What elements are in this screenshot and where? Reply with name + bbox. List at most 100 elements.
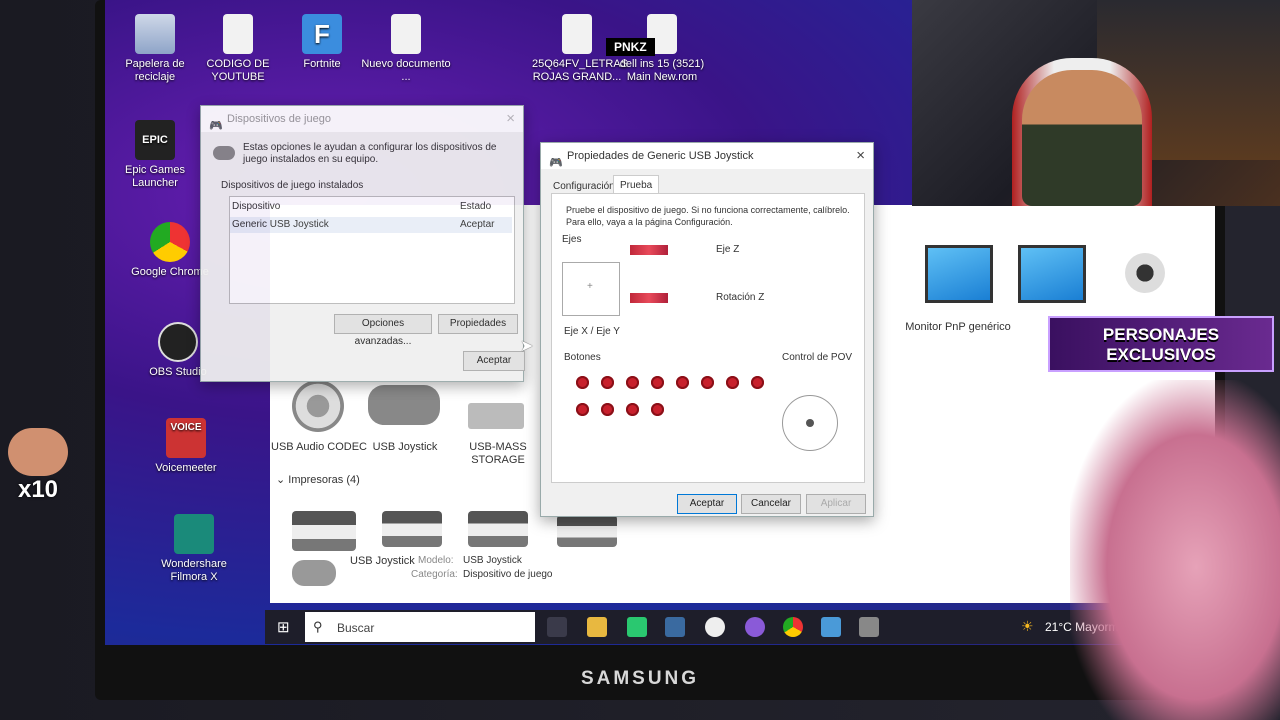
devices-list[interactable]: Dispositivo Estado Generic USB Joystick …: [229, 196, 515, 304]
streamer: [1022, 70, 1142, 206]
ok-button[interactable]: Aceptar: [677, 494, 737, 514]
windows-start-icon[interactable]: ⊞: [277, 618, 290, 636]
advanced-options-button[interactable]: Opciones avanzadas...: [334, 314, 432, 347]
desktop-icon-voicemeeter[interactable]: VOICE Voicemeeter: [141, 418, 231, 475]
axes-group-label: Ejes: [562, 234, 582, 245]
obs-icon: [158, 322, 198, 362]
desktop-icon-label: OBS Studio: [149, 366, 207, 378]
document-icon: [562, 14, 592, 54]
dialog-titlebar: 🎮 Propiedades de Generic USB Joystick ×: [541, 143, 873, 169]
xy-axis-label: Eje X / Eje Y: [564, 326, 620, 337]
pov-hat-indicator: [782, 395, 838, 451]
device-label[interactable]: Monitor PnP genérico: [903, 321, 1013, 334]
desktop-icon-label: Voicemeeter: [155, 462, 217, 474]
desktop-icon-label: CODIGO DE YOUTUBE: [206, 58, 270, 83]
desktop-icon-nuevo-documento[interactable]: Nuevo documento ...: [361, 14, 451, 84]
app-icon[interactable]: [745, 617, 765, 637]
joystick-button-indicator: [651, 403, 664, 416]
printer-icon: [557, 515, 617, 547]
tab-configuracion[interactable]: Configuración: [553, 181, 615, 192]
desktop-icon-fortnite[interactable]: F Fortnite: [277, 14, 367, 71]
table-row[interactable]: Generic USB Joystick Aceptar: [230, 217, 512, 233]
streamer-webcam-overlay: [912, 0, 1280, 206]
face-sticker-icon: [8, 428, 68, 476]
joystick-button-indicator: [676, 376, 689, 389]
webcam-device-icon: [1125, 253, 1165, 293]
mouse-cursor-icon: ➤: [520, 338, 534, 355]
test-instruction: Pruebe el dispositivo de juego. Si no fu…: [566, 205, 850, 227]
file-explorer-icon[interactable]: [587, 617, 607, 637]
desktop-icon-label: Google Chrome: [131, 266, 209, 278]
accept-button[interactable]: Aceptar: [463, 351, 525, 371]
properties-button[interactable]: Propiedades: [438, 314, 518, 334]
gamepad-icon: 🎮: [549, 157, 563, 169]
crosshair-icon: +: [587, 281, 593, 292]
app-icon[interactable]: [705, 617, 725, 637]
printers-group-header[interactable]: ⌄ Impresoras (4): [276, 473, 360, 486]
z-axis-label: Eje Z: [716, 244, 740, 255]
desktop-icon-recycle-bin[interactable]: Papelera de reciclaje: [110, 14, 200, 84]
desktop-icon-codigo-youtube[interactable]: CODIGO DE YOUTUBE: [193, 14, 283, 84]
weather-icon: ☀: [1021, 618, 1034, 634]
chrome-taskbar-icon[interactable]: [783, 617, 803, 637]
detail-model-label: Modelo:: [418, 555, 454, 566]
column-header-device[interactable]: Dispositivo: [232, 201, 280, 212]
speaker-icon: [292, 380, 344, 432]
app-icon[interactable]: [627, 617, 647, 637]
fax-icon: [292, 511, 356, 551]
search-icon: ⚲: [313, 619, 323, 634]
epic-games-icon: EPIC: [135, 120, 175, 160]
voicemeeter-icon: VOICE: [166, 418, 206, 458]
close-icon[interactable]: ×: [506, 106, 515, 132]
z-axis-bar: [630, 245, 668, 255]
x10-sticker: x10: [6, 428, 70, 504]
detail-category-label: Categoría:: [411, 569, 458, 580]
fortnite-icon: F: [302, 14, 342, 54]
gamepad-icon: [368, 385, 440, 425]
joystick-button-indicator: [651, 376, 664, 389]
printer-icon: [382, 511, 442, 547]
monitor-icon: [925, 245, 993, 303]
control-panel-taskbar-icon[interactable]: [821, 617, 841, 637]
search-placeholder: Buscar: [337, 621, 375, 635]
joystick-button-indicator: [626, 376, 639, 389]
dialog-title: Propiedades de Generic USB Joystick: [567, 150, 754, 162]
joystick-button-indicator: [601, 376, 614, 389]
column-header-status[interactable]: Estado: [460, 201, 491, 212]
game-devices-dialog: 🎮 Dispositivos de juego × Estas opciones…: [200, 105, 525, 382]
detail-category-value: Dispositivo de juego: [463, 569, 553, 580]
close-icon[interactable]: ×: [856, 143, 865, 169]
app-icon[interactable]: [665, 617, 685, 637]
task-view-icon[interactable]: [547, 617, 567, 637]
joystick-button-indicator: [601, 403, 614, 416]
document-icon: [391, 14, 421, 54]
detail-model-value: USB Joystick: [463, 555, 522, 566]
joystick-button-indicator: [701, 376, 714, 389]
dialog-titlebar: 🎮 Dispositivos de juego ×: [201, 106, 523, 132]
x10-label: x10: [17, 476, 59, 503]
tab-label: Prueba: [620, 180, 653, 191]
apply-button[interactable]: Aplicar: [806, 494, 866, 514]
buttons-group-label: Botones: [564, 352, 601, 363]
filmora-icon: [174, 514, 214, 554]
dialog-title: Dispositivos de juego: [227, 113, 331, 125]
desktop-icon-label: dell ins 15 (3521) Main New.rom: [619, 58, 705, 83]
device-name-cell: Generic USB Joystick: [232, 219, 329, 230]
z-rotation-label: Rotación Z: [716, 292, 765, 303]
storage-icon: [468, 403, 524, 429]
pov-position-dot: [806, 419, 814, 427]
gamepad-icon: [213, 146, 235, 160]
desktop-icon-filmora[interactable]: Wondershare Filmora X: [149, 514, 239, 584]
device-label[interactable]: USB-MASS STORAGE: [443, 441, 553, 467]
detail-device-name: USB Joystick: [350, 555, 415, 567]
printers-header-label: Impresoras (4): [288, 474, 360, 486]
desktop-icon-epic-games[interactable]: EPIC Epic Games Launcher: [110, 120, 200, 190]
taskbar-search-box[interactable]: ⚲ Buscar: [305, 612, 535, 642]
chrome-icon: [150, 222, 190, 262]
gamepad-taskbar-icon[interactable]: [859, 617, 879, 637]
cancel-button[interactable]: Cancelar: [741, 494, 801, 514]
pnkz-watermark: PNKZ: [606, 38, 655, 56]
desktop-icon-label: Papelera de reciclaje: [125, 58, 185, 83]
recycle-bin-icon: [135, 14, 175, 54]
tab-prueba[interactable]: Prueba: [613, 175, 659, 194]
